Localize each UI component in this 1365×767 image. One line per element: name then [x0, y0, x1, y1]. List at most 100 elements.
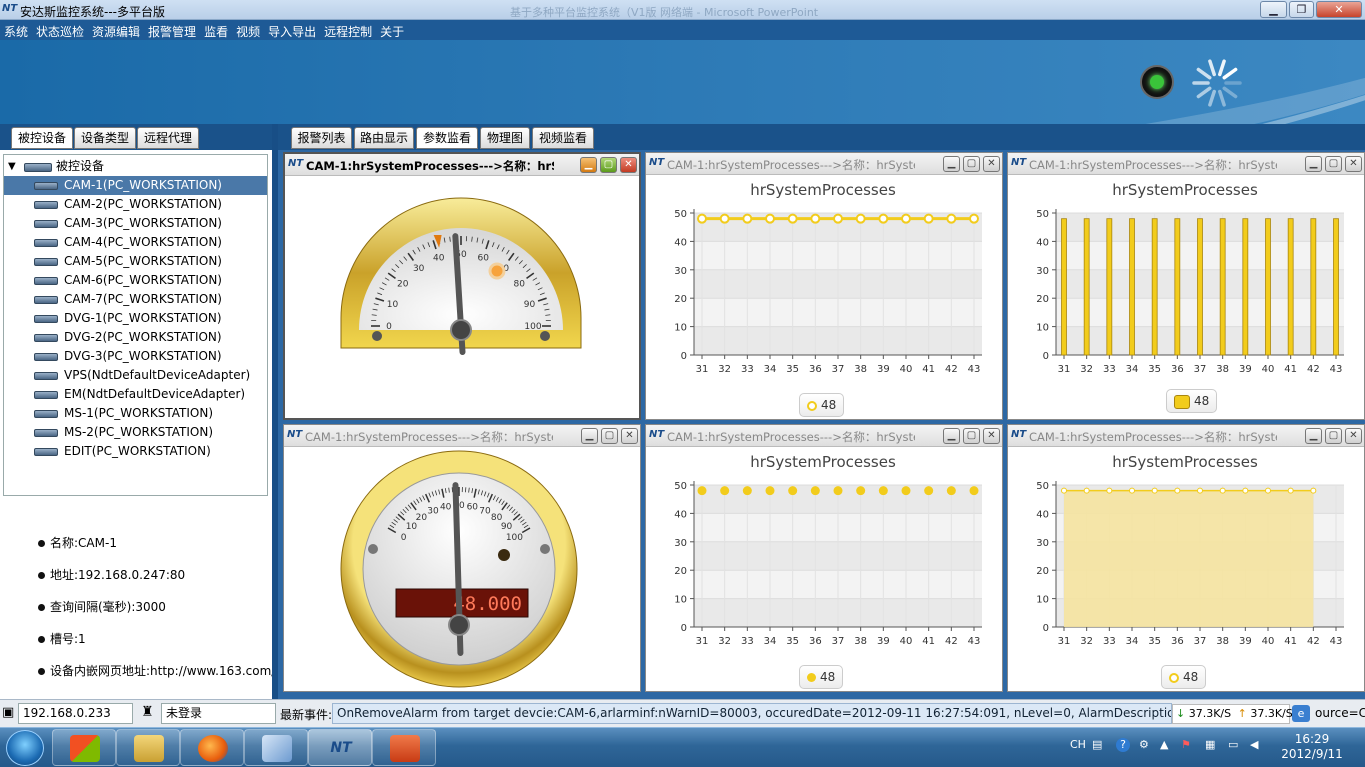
menu-item-2[interactable]: 资源编辑	[88, 20, 144, 40]
panel-maximize-button[interactable]: ▢	[963, 428, 980, 444]
chart-title: hrSystemProcesses	[750, 453, 896, 471]
menu-item-5[interactable]: 视频	[232, 20, 264, 40]
gauge-tick-label: 10	[406, 522, 418, 532]
app-logo-icon: NT	[2, 3, 18, 14]
taskbar-nt-app-button[interactable]: NT	[308, 729, 372, 766]
minimize-button[interactable]: ▁	[1260, 1, 1287, 18]
panel-maximize-button[interactable]: ▢	[963, 156, 980, 172]
tree-item[interactable]: CAM-3(PC_WORKSTATION)	[4, 214, 267, 233]
y-tick-label: 50	[1036, 209, 1049, 220]
collapse-arrow-icon[interactable]: ▼	[8, 157, 16, 176]
panel-minimize-button[interactable]: ▁	[580, 157, 597, 173]
show-hidden-icons-icon[interactable]: ▲	[1160, 738, 1168, 751]
help-icon[interactable]: ?	[1116, 738, 1130, 752]
menu-item-7[interactable]: 远程控制	[320, 20, 376, 40]
tab-video-monitor[interactable]: 视频监看	[532, 127, 594, 149]
tree-item[interactable]: DVG-3(PC_WORKSTATION)	[4, 347, 267, 366]
panel-close-button[interactable]: ✕	[1345, 156, 1362, 172]
menu-item-8[interactable]: 关于	[376, 20, 408, 40]
menu-item-1[interactable]: 状态巡检	[32, 20, 88, 40]
taskbar-store-button[interactable]	[52, 729, 116, 766]
chart-legend[interactable]: 48	[799, 665, 844, 689]
start-button[interactable]	[6, 730, 44, 766]
taskbar-powerpoint-button[interactable]	[372, 729, 436, 766]
menu-item-3[interactable]: 报警管理	[144, 20, 200, 40]
tab-parameter-monitor[interactable]: 参数监看	[416, 127, 478, 149]
chart-legend[interactable]: 48	[1161, 665, 1207, 689]
tree-item[interactable]: VPS(NdtDefaultDeviceAdapter)	[4, 366, 267, 385]
panel-maximize-button[interactable]: ▢	[1325, 428, 1342, 444]
language-indicator[interactable]: CH	[1070, 738, 1086, 751]
monitor-panel[interactable]: NTCAM-1:hrSystemProcesses--->名称：hrSystem…	[645, 424, 1003, 692]
panel-minimize-button[interactable]: ▁	[1305, 428, 1322, 444]
panel-maximize-button[interactable]: ▢	[1325, 156, 1342, 172]
network-icon[interactable]: ▭	[1228, 738, 1238, 751]
taskbar-vbox-button[interactable]	[244, 729, 308, 766]
tab-route-display[interactable]: 路由显示	[354, 127, 414, 149]
close-button[interactable]: ✕	[1316, 1, 1362, 18]
volume-icon[interactable]: ◀	[1250, 738, 1258, 751]
monitor-panel[interactable]: NTCAM-1:hrSystemProcesses--->名称：hrSystem…	[283, 152, 641, 420]
tab-device-types[interactable]: 设备类型	[74, 127, 136, 149]
keyboard-icon[interactable]: ▤	[1092, 738, 1102, 751]
monitor-panel[interactable]: NTCAM-1:hrSystemProcesses--->名称：hrSystem…	[1007, 152, 1365, 420]
panel-close-button[interactable]: ✕	[1345, 428, 1362, 444]
ime-settings-icon[interactable]: ⚙	[1139, 738, 1149, 751]
panel-close-button[interactable]: ✕	[621, 428, 638, 444]
x-tick-label: 35	[1148, 364, 1161, 375]
chart-legend[interactable]: 48	[799, 393, 845, 417]
tree-item[interactable]: DVG-2(PC_WORKSTATION)	[4, 328, 267, 347]
tree-item[interactable]: EDIT(PC_WORKSTATION)	[4, 442, 267, 461]
panel-title: CAM-1:hrSystemProcesses--->名称：hrSystemPr…	[1029, 158, 1277, 172]
monitor-panel[interactable]: NTCAM-1:hrSystemProcesses--->名称：hrSystem…	[645, 152, 1003, 420]
device-tree[interactable]: ▼ 被控设备 CAM-1(PC_WORKSTATION) CAM-2(PC_WOR…	[3, 154, 268, 496]
panel-header[interactable]: NTCAM-1:hrSystemProcesses--->名称：hrSystem…	[284, 425, 640, 447]
taskbar-firefox-button[interactable]	[180, 729, 244, 766]
panel-close-button[interactable]: ✕	[983, 428, 1000, 444]
panel-minimize-button[interactable]: ▁	[943, 428, 960, 444]
device-icon[interactable]: ▦	[1205, 738, 1215, 751]
taskbar-clock[interactable]: 16:29 2012/9/11	[1272, 732, 1352, 762]
monitor-panel[interactable]: NTCAM-1:hrSystemProcesses--->名称：hrSystem…	[283, 424, 641, 692]
action-center-icon[interactable]: ⚑	[1181, 738, 1191, 751]
tab-physical-map[interactable]: 物理图	[480, 127, 530, 149]
panel-minimize-button[interactable]: ▁	[581, 428, 598, 444]
tree-root[interactable]: ▼ 被控设备	[4, 157, 267, 176]
tree-item[interactable]: CAM-5(PC_WORKSTATION)	[4, 252, 267, 271]
tab-controlled-devices[interactable]: 被控设备	[11, 127, 73, 149]
tree-item[interactable]: CAM-2(PC_WORKSTATION)	[4, 195, 267, 214]
ie-tray-icon[interactable]: e	[1292, 705, 1310, 722]
panel-header[interactable]: NTCAM-1:hrSystemProcesses--->名称：hrSystem…	[1008, 425, 1364, 447]
panel-minimize-button[interactable]: ▁	[943, 156, 960, 172]
tree-item[interactable]: EM(NdtDefaultDeviceAdapter)	[4, 385, 267, 404]
panel-header[interactable]: NTCAM-1:hrSystemProcesses--->名称：hrSystem…	[1008, 153, 1364, 175]
panel-header[interactable]: NTCAM-1:hrSystemProcesses--->名称：hrSystem…	[646, 153, 1002, 175]
tab-alarm-list[interactable]: 报警列表	[291, 127, 352, 149]
taskbar-explorer-button[interactable]	[116, 729, 180, 766]
panel-maximize-button[interactable]: ▢	[601, 428, 618, 444]
tree-item[interactable]: MS-2(PC_WORKSTATION)	[4, 423, 267, 442]
chart-legend[interactable]: 48	[1166, 389, 1218, 413]
panel-maximize-button[interactable]: ▢	[600, 157, 617, 173]
menu-item-0[interactable]: 系统	[0, 20, 32, 40]
panel-header[interactable]: NTCAM-1:hrSystemProcesses--->名称：hrSystem…	[285, 154, 639, 176]
user-icon[interactable]: ♜	[141, 704, 154, 720]
tree-item[interactable]: CAM-6(PC_WORKSTATION)	[4, 271, 267, 290]
monitor-panel[interactable]: NTCAM-1:hrSystemProcesses--->名称：hrSystem…	[1007, 424, 1365, 692]
record-status-icon[interactable]	[1140, 65, 1174, 99]
panel-close-button[interactable]: ✕	[983, 156, 1000, 172]
tree-item[interactable]: CAM-4(PC_WORKSTATION)	[4, 233, 267, 252]
menu-item-6[interactable]: 导入导出	[264, 20, 320, 40]
maximize-button[interactable]: ❐	[1289, 1, 1314, 18]
tab-remote-agents[interactable]: 远程代理	[137, 127, 199, 149]
menu-item-4[interactable]: 监看	[200, 20, 232, 40]
tree-item[interactable]: CAM-1(PC_WORKSTATION)	[4, 176, 267, 195]
tree-item[interactable]: DVG-1(PC_WORKSTATION)	[4, 309, 267, 328]
panel-minimize-button[interactable]: ▁	[1305, 156, 1322, 172]
y-tick-label: 0	[1043, 623, 1049, 634]
panel-title: CAM-1:hrSystemProcesses--->名称：hrSystemPr…	[1029, 430, 1277, 444]
tree-item[interactable]: MS-1(PC_WORKSTATION)	[4, 404, 267, 423]
panel-close-button[interactable]: ✕	[620, 157, 637, 173]
panel-header[interactable]: NTCAM-1:hrSystemProcesses--->名称：hrSystem…	[646, 425, 1002, 447]
tree-item[interactable]: CAM-7(PC_WORKSTATION)	[4, 290, 267, 309]
